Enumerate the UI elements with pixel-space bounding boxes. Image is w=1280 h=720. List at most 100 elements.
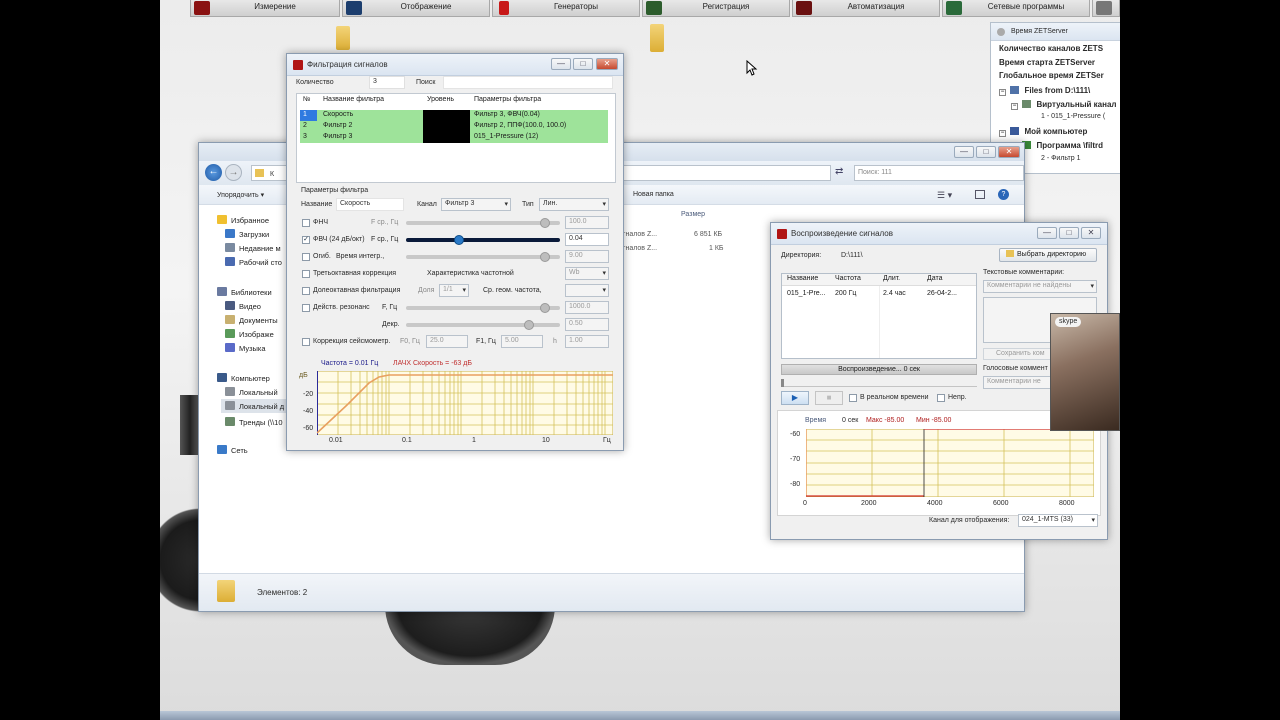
collapse-icon[interactable]: −	[999, 89, 1006, 96]
file-row-name[interactable]: игналов Z...	[619, 231, 657, 238]
minimize-button[interactable]: —	[954, 146, 974, 158]
decrement-value-field[interactable]: 0.50	[565, 318, 609, 331]
file-row-name[interactable]: игналов Z...	[619, 245, 657, 252]
maximize-button[interactable]: □	[573, 58, 593, 70]
resonance-slider[interactable]	[406, 303, 560, 313]
nav-music[interactable]: Музыка	[225, 343, 266, 353]
realtime-checkbox[interactable]	[849, 394, 857, 402]
preview-pane-icon[interactable]	[975, 190, 985, 199]
f1-field[interactable]: 5.00	[501, 335, 543, 348]
continuous-checkbox[interactable]	[937, 394, 945, 402]
save-comment-button[interactable]: Сохранить ком	[983, 348, 1053, 360]
nav-network-drive[interactable]: Тренды (\\10	[225, 417, 283, 427]
taskbar-button-automation[interactable]: Автоматизация	[792, 0, 940, 17]
back-icon[interactable]: ←	[205, 164, 222, 181]
h-field[interactable]: 1.00	[565, 335, 609, 348]
view-options-icon[interactable]: ☰ ▾	[937, 190, 952, 201]
resonance-checkbox[interactable]	[302, 304, 310, 312]
column-frequency[interactable]: Частота	[835, 275, 861, 282]
characteristic-select[interactable]: Wb ▾	[565, 267, 609, 280]
new-folder-button[interactable]: Новая папка	[633, 191, 674, 198]
nav-video[interactable]: Видео	[225, 301, 261, 311]
minimize-button[interactable]: —	[1037, 227, 1057, 239]
integration-value-field[interactable]: 9.00	[565, 250, 609, 263]
close-button[interactable]: ✕	[998, 146, 1020, 158]
highpass-slider[interactable]	[406, 235, 560, 245]
choose-directory-button[interactable]: Выбрать директорию	[999, 248, 1097, 262]
column-params[interactable]: Параметры фильтра	[474, 96, 541, 103]
fraction-select[interactable]: 1/1 ▾	[439, 284, 469, 297]
position-slider[interactable]	[781, 379, 977, 387]
seismometer-checkbox[interactable]	[302, 338, 310, 346]
slider-thumb[interactable]	[454, 235, 464, 245]
lowpass-slider[interactable]	[406, 218, 560, 228]
table-row[interactable]: 3 Фильтр 3 015_1-Pressure (12)	[300, 132, 608, 143]
geometric-mean-select[interactable]: ▾	[565, 284, 609, 297]
resonance-value-field[interactable]: 1000.0	[565, 301, 609, 314]
slider-thumb[interactable]	[781, 379, 784, 387]
folder-icon[interactable]	[336, 26, 350, 50]
table-row[interactable]: 2 Фильтр 2 Фильтр 2, ППФ(100.0, 100.0)	[300, 121, 608, 132]
voice-comments-select[interactable]: Комментарии не	[983, 376, 1053, 389]
maximize-button[interactable]: □	[976, 146, 996, 158]
column-filter-name[interactable]: Название фильтра	[323, 96, 384, 103]
column-number[interactable]: №	[303, 96, 311, 103]
lowpass-checkbox[interactable]	[302, 219, 310, 227]
display-channel-select[interactable]: 024_1-MTS (33) ▾	[1018, 514, 1098, 527]
filter-name-field[interactable]: Скорость	[336, 198, 404, 211]
nav-local-disk[interactable]: Локальный	[225, 387, 278, 397]
slider-thumb[interactable]	[540, 252, 550, 262]
count-field[interactable]: 3	[369, 76, 405, 89]
envelope-checkbox[interactable]	[302, 253, 310, 261]
tree-node-files[interactable]: − Files from D:\111\	[999, 86, 1090, 96]
taskbar-button-network[interactable]: Сетевые программы	[942, 0, 1090, 17]
nav-network[interactable]: Сеть	[217, 445, 248, 455]
taskbar-button-generators[interactable]: Генераторы	[492, 0, 640, 17]
slider-thumb[interactable]	[524, 320, 534, 330]
tree-node-my-computer[interactable]: − Мой компьютер	[999, 127, 1087, 137]
play-button[interactable]: ▶	[781, 391, 809, 405]
stop-button[interactable]: ■	[815, 391, 843, 405]
column-duration[interactable]: Длит.	[883, 275, 900, 282]
taskbar-button-measure[interactable]: Измерение	[190, 0, 340, 17]
collapse-icon[interactable]: −	[999, 130, 1006, 137]
lowpass-value-field[interactable]: 100.0	[565, 216, 609, 229]
nav-documents[interactable]: Документы	[225, 315, 278, 325]
nav-downloads[interactable]: Загрузки	[225, 229, 269, 239]
search-input[interactable]: Поиск: 111	[854, 165, 1024, 181]
organize-menu[interactable]: Упорядочить ▾	[217, 191, 264, 199]
skype-video-overlay[interactable]: skype	[1050, 313, 1120, 431]
column-name[interactable]: Название	[787, 275, 818, 282]
type-select[interactable]: Лин. ▾	[539, 198, 609, 211]
nav-local-disk-2[interactable]: Локальный д	[221, 399, 289, 413]
decrement-slider[interactable]	[406, 320, 560, 330]
folder-icon[interactable]	[650, 24, 664, 52]
nav-libraries[interactable]: Библиотеки	[217, 287, 272, 297]
nav-recent[interactable]: Недавние м	[225, 243, 281, 253]
taskbar-button-more[interactable]	[1092, 0, 1120, 17]
maximize-button[interactable]: □	[1059, 227, 1079, 239]
signal-chart[interactable]	[806, 429, 1094, 497]
tree-node-virtual[interactable]: − Виртуальный канал	[1011, 100, 1116, 110]
integration-slider[interactable]	[406, 252, 560, 262]
tree-leaf[interactable]: 2 - Фильтр 1	[1041, 155, 1080, 162]
close-button[interactable]: ✕	[596, 58, 618, 70]
channel-select[interactable]: Фильтр 3 ▾	[441, 198, 511, 211]
taskbar-button-registration[interactable]: Регистрация	[642, 0, 790, 17]
column-level[interactable]: Уровень	[427, 96, 454, 103]
highpass-value-field[interactable]: 0.04	[565, 233, 609, 246]
slider-thumb[interactable]	[540, 303, 550, 313]
minimize-button[interactable]: —	[551, 58, 571, 70]
tree-leaf[interactable]: 1 - 015_1-Pressure (	[1041, 113, 1105, 120]
text-comments-select[interactable]: Комментарии не найдены ▾	[983, 280, 1097, 293]
refresh-icon[interactable]: ⇄	[835, 166, 843, 177]
frequency-response-chart[interactable]	[317, 371, 613, 435]
column-date[interactable]: Дата	[927, 275, 943, 282]
taskbar-button-display[interactable]: Отображение	[342, 0, 490, 17]
highpass-checkbox[interactable]: ✓	[302, 236, 310, 244]
nav-favorites[interactable]: Избранное	[217, 215, 269, 225]
collapse-icon[interactable]: −	[1011, 103, 1018, 110]
search-input[interactable]	[443, 76, 613, 89]
forward-icon[interactable]: →	[225, 164, 242, 181]
f0-field[interactable]: 25.0	[426, 335, 468, 348]
